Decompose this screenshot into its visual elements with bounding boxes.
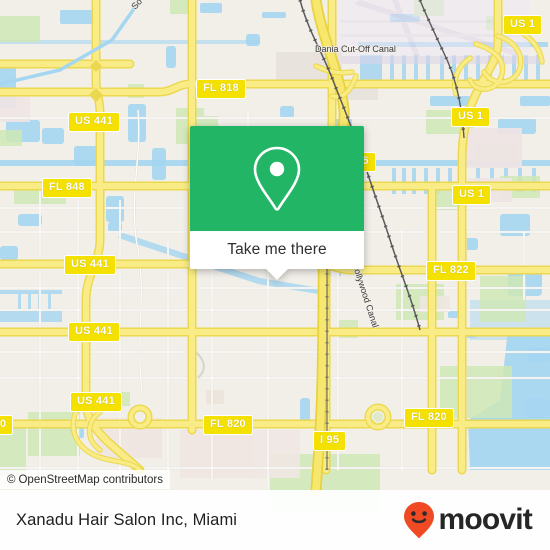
attribution-text: OpenStreetMap contributors xyxy=(18,473,163,486)
moovit-smiley-pin-icon xyxy=(404,502,435,539)
route-shield: US 1 xyxy=(452,185,492,205)
popup-header xyxy=(190,126,364,231)
moovit-wordmark: moovit xyxy=(438,503,532,536)
route-shield: US 441 xyxy=(64,255,116,275)
route-shield: FL 848 xyxy=(42,178,92,198)
take-me-there-label: Take me there xyxy=(227,241,327,258)
route-shield: US 1 xyxy=(451,107,491,127)
popup-footer[interactable]: Take me there xyxy=(190,231,364,280)
route-shield: US 1 xyxy=(503,15,543,35)
route-shield: FL 822 xyxy=(426,261,476,281)
route-shield: US 441 xyxy=(68,112,120,132)
popup-tail xyxy=(266,269,288,280)
route-shield: I 95 xyxy=(313,431,347,451)
route-shield: FL 818 xyxy=(196,79,246,99)
route-shield: FL 820 xyxy=(404,408,454,428)
location-popup[interactable]: Take me there xyxy=(190,126,364,280)
map-attribution: © OpenStreetMap contributors xyxy=(0,470,170,489)
place-title: Xanadu Hair Salon Inc, Miami xyxy=(16,510,238,529)
map-pin-icon xyxy=(253,146,301,211)
moovit-brand[interactable]: moovit xyxy=(402,501,533,539)
route-shield: US 441 xyxy=(68,322,120,342)
map-screenshot: US 1US 1US 1FL 818US 441FL 84895US 441FL… xyxy=(0,0,550,550)
canal-label: Dania Cut-Off Canal xyxy=(315,44,396,54)
route-shield: 0 xyxy=(0,415,14,435)
route-shield: FL 820 xyxy=(203,415,253,435)
route-shield: US 441 xyxy=(70,392,122,412)
footer-bar: Xanadu Hair Salon Inc, Miami moovit xyxy=(0,490,550,550)
copyright-symbol: © xyxy=(7,473,16,486)
